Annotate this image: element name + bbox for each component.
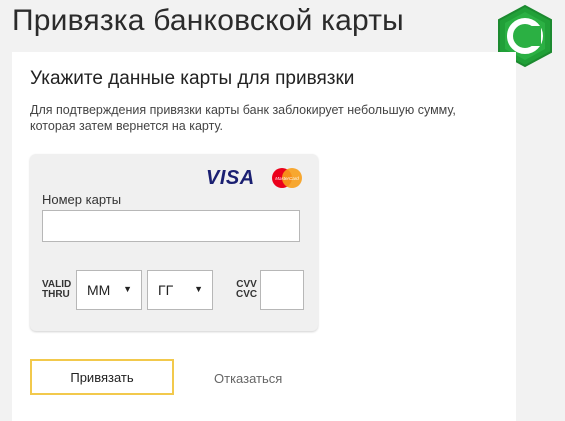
card-number-label: Номер карты (42, 192, 122, 207)
expiry-year-value: ГГ (158, 282, 174, 298)
card-binding-panel: Укажите данные карты для привязки Для по… (12, 52, 516, 421)
cancel-link[interactable]: Отказаться (214, 371, 282, 386)
cvv-label: CVV CVC (236, 280, 257, 300)
visa-logo-icon: VISA (206, 167, 255, 189)
page-title: Привязка банковской карты (12, 4, 404, 37)
mastercard-logo-icon: MasterCard (272, 168, 302, 188)
valid-thru-label: VALID THRU (42, 280, 71, 300)
triangle-down-icon: ▼ (123, 284, 132, 294)
section-description: Для подтверждения привязки карты банк за… (30, 103, 456, 133)
cvv-input[interactable] (260, 270, 304, 310)
expiry-month-value: ММ (87, 282, 111, 298)
mastercard-logo-text: MasterCard (275, 176, 299, 181)
expiry-month-select[interactable]: ММ ▼ (76, 270, 142, 310)
expiry-year-select[interactable]: ГГ ▼ (147, 270, 213, 310)
card-number-input[interactable] (42, 210, 300, 242)
section-title: Укажите данные карты для привязки (30, 68, 355, 89)
cvv-label-line2: CVC (236, 289, 258, 300)
bind-card-button[interactable]: Привязать (30, 359, 174, 395)
bank-card-form: VISA MasterCard Номер карты VALID THRU М… (30, 154, 318, 331)
triangle-down-icon: ▼ (194, 284, 203, 294)
valid-thru-line2: THRU (42, 289, 70, 300)
